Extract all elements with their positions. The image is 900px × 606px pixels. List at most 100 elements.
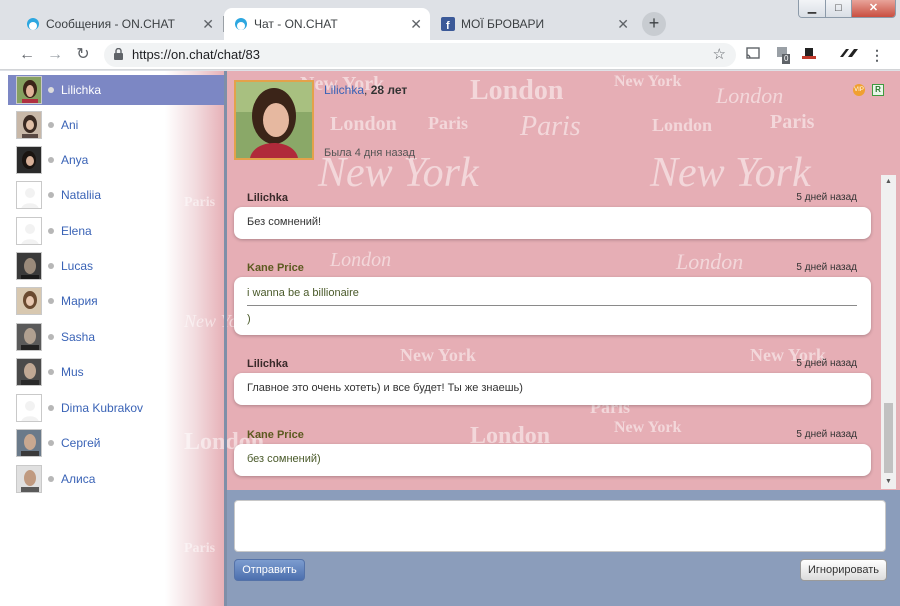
avatar-placeholder — [16, 181, 42, 209]
forward-arrow-icon[interactable]: → — [44, 44, 66, 66]
maximize-icon[interactable]: □ — [825, 0, 851, 17]
new-tab-button[interactable]: + — [642, 12, 666, 36]
message-bubble: i wanna be a billionaire ) — [234, 277, 871, 335]
svg-text:f: f — [446, 20, 450, 31]
offline-status-dot — [48, 440, 54, 446]
r-badge-icon[interactable]: R — [872, 84, 884, 96]
vip-icon[interactable]: VIP — [853, 84, 865, 96]
message-author: Kane Price — [247, 429, 304, 441]
contact-item-maria[interactable]: Мария — [8, 286, 224, 316]
extension-badge-icon[interactable]: 0 — [774, 46, 792, 64]
avatar — [16, 146, 42, 174]
avatar — [16, 358, 42, 386]
contact-name: Anya — [61, 153, 89, 167]
browser-tabstrip: Сообщения - ON.CHAT ✕ Чат - ON.CHAT ✕ f … — [0, 0, 900, 40]
partner-name-link[interactable]: Lilichka — [324, 83, 364, 97]
address-bar[interactable]: https://on.chat/chat/83 ☆ — [104, 43, 736, 67]
minimize-icon[interactable]: ▁ — [799, 0, 825, 17]
message-text: ) — [247, 313, 251, 325]
window-close-icon[interactable]: ✕ — [851, 0, 895, 17]
contact-item-mus[interactable]: Mus — [8, 357, 224, 387]
last-seen-status: Была 4 дня назад — [324, 147, 416, 159]
tab-chat[interactable]: Чат - ON.CHAT ✕ — [224, 8, 430, 40]
tab-title: МОЇ БРОВАРИ — [461, 17, 545, 31]
facebook-favicon-icon: f — [441, 17, 455, 31]
contact-item-sasha[interactable]: Sasha — [8, 322, 224, 352]
avatar — [16, 465, 42, 493]
contact-item-lilichka[interactable]: Lilichka — [8, 75, 224, 105]
reload-icon[interactable]: ↻ — [72, 44, 94, 66]
contact-item-dima-kubrakov[interactable]: Dima Kubrakov — [8, 393, 224, 423]
contact-name: Dima Kubrakov — [61, 401, 144, 415]
message-text: без сомнений) — [247, 453, 321, 465]
contact-item-anya[interactable]: Anya — [8, 145, 224, 175]
onchat-favicon-icon — [235, 18, 247, 30]
partner-avatar[interactable] — [234, 80, 314, 160]
message-bubble: без сомнений) — [234, 444, 871, 476]
message-text: Без сомнений! — [247, 216, 322, 228]
contact-item-ani[interactable]: Ani — [8, 110, 224, 140]
message-scrollbar[interactable]: ▲ ▼ — [881, 175, 896, 489]
avatar — [16, 323, 42, 351]
scroll-up-arrow-icon[interactable]: ▲ — [881, 175, 896, 189]
ignore-button[interactable]: Игнорировать — [800, 559, 887, 581]
message-header: Kane Price 5 дней назад — [247, 262, 857, 276]
hat-extension-icon[interactable] — [800, 46, 818, 64]
tab-title: Сообщения - ON.CHAT — [46, 17, 175, 31]
menu-icon[interactable]: ⋮ — [868, 46, 886, 64]
avatar — [16, 76, 42, 104]
contact-item-lucas[interactable]: Lucas — [8, 251, 224, 281]
tab-close-icon[interactable]: ✕ — [410, 8, 422, 40]
window-controls: ▁ □ ✕ — [798, 0, 896, 18]
message-author: Lilichka — [247, 192, 288, 204]
offline-status-dot — [48, 263, 54, 269]
offline-status-dot — [48, 476, 54, 482]
message-time: 5 дней назад — [796, 262, 857, 273]
message-header: Lilichka 5 дней назад — [247, 192, 857, 206]
extension-badge-count: 0 — [782, 54, 791, 64]
message-time: 5 дней назад — [796, 429, 857, 440]
avatar — [16, 252, 42, 280]
tab-title: Чат - ON.CHAT — [254, 17, 338, 31]
contact-item-nataliia[interactable]: Nataliia — [8, 180, 224, 210]
contact-item-elena[interactable]: Elena — [8, 216, 224, 246]
message-time: 5 дней назад — [796, 358, 857, 369]
back-arrow-icon[interactable]: ← — [16, 44, 38, 66]
avatar — [16, 429, 42, 457]
tab-close-icon[interactable]: ✕ — [202, 8, 214, 40]
background-city-word: London — [716, 83, 784, 108]
bookmark-star-icon[interactable]: ☆ — [713, 43, 726, 67]
tab-facebook[interactable]: f МОЇ БРОВАРИ ✕ — [431, 8, 637, 40]
tab-close-icon[interactable]: ✕ — [617, 8, 629, 40]
contact-item-sergey[interactable]: Сергей — [8, 428, 224, 458]
avatar-placeholder — [16, 394, 42, 422]
cast-icon[interactable] — [744, 46, 762, 64]
background-city-word: London — [652, 115, 713, 135]
message-separator — [247, 305, 857, 306]
contact-name: Мария — [61, 294, 98, 308]
contact-name: Elena — [61, 224, 92, 238]
background-city-word: London — [330, 113, 397, 135]
contact-item-alisa[interactable]: Алиса — [8, 464, 224, 494]
contact-name: Lilichka — [61, 83, 102, 97]
partner-title: Lilichka, 28 лет — [324, 83, 407, 97]
url-text: https://on.chat/chat/83 — [132, 47, 260, 62]
offline-status-dot — [48, 157, 54, 163]
scroll-thumb[interactable] — [884, 403, 893, 473]
avatar — [16, 287, 42, 315]
offline-status-dot — [48, 369, 54, 375]
offline-status-dot — [48, 405, 54, 411]
contact-list: Lilichka Ani Anya Nataliia Elena Lucas М… — [8, 75, 224, 600]
logo-extension-icon[interactable] — [840, 46, 858, 64]
scroll-down-arrow-icon[interactable]: ▼ — [881, 475, 896, 489]
message-author: Kane Price — [247, 262, 304, 274]
offline-status-dot — [48, 122, 54, 128]
message-input[interactable] — [234, 500, 886, 552]
background-city-word: Paris — [770, 111, 815, 133]
tab-messages[interactable]: Сообщения - ON.CHAT ✕ — [16, 8, 222, 40]
offline-status-dot — [48, 298, 54, 304]
send-button[interactable]: Отправить — [234, 559, 305, 581]
message-header: Lilichka 5 дней назад — [247, 358, 857, 372]
message-header: Kane Price 5 дней назад — [247, 429, 857, 443]
message-bubble: Без сомнений! — [234, 207, 871, 239]
